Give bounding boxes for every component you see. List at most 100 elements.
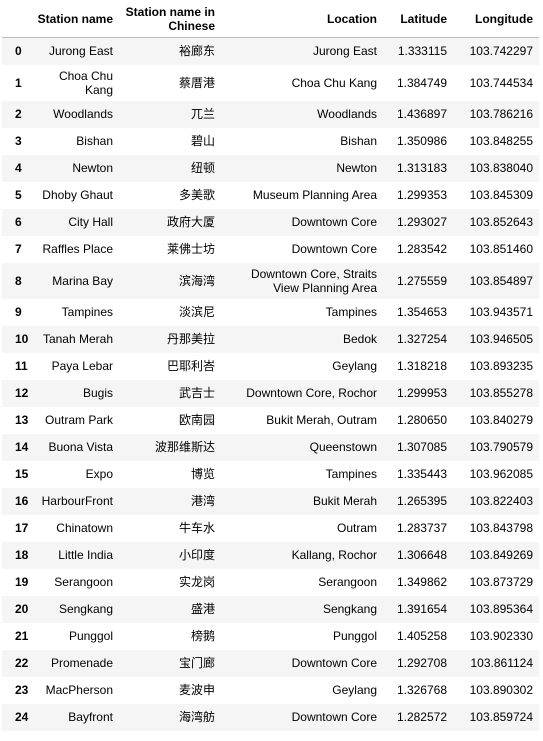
- cell-longitude: 103.849269: [469, 548, 533, 562]
- cell-station-name-chinese: 海湾舫: [178, 710, 215, 724]
- table-row: 20 Sengkang 盛港 Sengkang 1.391654 103.895364: [2, 595, 539, 623]
- cell-station-name-chinese: 实龙岗: [178, 575, 215, 589]
- table-row: 21 Punggol 榜鹅 Punggol 1.405258 103.902330: [2, 622, 539, 650]
- cell-location: Downtown Core, Rochor: [246, 386, 377, 400]
- cell-latitude: 1.354653: [396, 305, 447, 319]
- cell-longitude: 103.851460: [469, 242, 533, 256]
- cell-station-name: City Hall: [68, 215, 113, 229]
- cell-station-name-chinese: 欧南园: [178, 413, 215, 427]
- row-index: 0: [15, 44, 22, 59]
- cell-latitude: 1.292708: [396, 656, 447, 670]
- cell-station-name-chinese: 淡滨尼: [178, 305, 215, 319]
- cell-latitude: 1.333115: [397, 44, 447, 59]
- cell-latitude: 1.384749: [396, 75, 447, 90]
- cell-station-name-chinese: 波那维斯达: [154, 440, 215, 454]
- cell-longitude: 103.822403: [469, 494, 533, 508]
- row-index: 15: [15, 467, 29, 481]
- cell-location: Geylang: [332, 683, 377, 697]
- cell-station-name: Newton: [72, 161, 113, 175]
- header-station-name: Station name: [30, 0, 119, 38]
- cell-location: Tampines: [325, 467, 377, 481]
- cell-longitude: 103.943571: [469, 305, 533, 319]
- row-index: 19: [15, 575, 29, 589]
- cell-latitude: 1.313183: [396, 161, 447, 175]
- row-index: 4: [15, 161, 22, 175]
- cell-station-name: Serangoon: [54, 575, 113, 589]
- cell-location: Jurong East: [312, 44, 377, 59]
- header-row: Station name Station name in Chinese Loc…: [2, 0, 539, 38]
- table-row: 5 Dhoby Ghaut 多美歌 Museum Planning Area 1.299…: [2, 181, 539, 209]
- cell-longitude: 103.893235: [469, 359, 533, 373]
- cell-station-name: Punggol: [68, 629, 113, 643]
- cell-location: Geylang: [332, 359, 377, 373]
- cell-station-name: Buona Vista: [48, 440, 114, 454]
- cell-station-name-chinese: 兀兰: [190, 107, 215, 121]
- cell-latitude: 1.280650: [396, 413, 447, 427]
- cell-longitude: 103.840279: [469, 413, 533, 427]
- cell-station-name-chinese: 盛港: [190, 602, 215, 616]
- table-row: 9 Tampines 淡滨尼 Tampines 1.354653 103.943571: [2, 298, 539, 326]
- cell-latitude: 1.335443: [396, 467, 447, 481]
- cell-longitude: 103.744534: [469, 75, 533, 90]
- cell-station-name-chinese: 牛车水: [178, 521, 215, 535]
- cell-location: Museum Planning Area: [252, 188, 377, 202]
- table-row: 3 Bishan 碧山 Bishan 1.350986 103.848255: [2, 127, 539, 155]
- cell-station-name: MacPherson: [45, 683, 113, 697]
- cell-location: Bishan: [340, 134, 377, 148]
- cell-station-name-chinese: 丹那美拉: [166, 332, 215, 346]
- cell-location: Choa Chu Kang: [291, 75, 377, 90]
- table-row: 23 MacPherson 麦波申 Geylang 1.326768 103.890302: [2, 676, 539, 704]
- table-row: 24 Bayfront 海湾舫 Downtown Core 1.282572 103.85…: [2, 703, 539, 731]
- header-station-name-chinese: Station name in Chinese: [119, 0, 221, 38]
- cell-station-name: Expo: [85, 467, 113, 481]
- cell-station-name-chinese: 裕廊东: [178, 44, 215, 59]
- table-row: 0 Jurong East 裕廊东 Jurong East 1.333115 103.74…: [2, 37, 539, 65]
- cell-location: Downtown Core: [291, 215, 377, 229]
- cell-station-name-chinese: 多美歌: [178, 188, 215, 202]
- cell-latitude: 1.349862: [396, 575, 447, 589]
- cell-location: Outram: [336, 521, 377, 535]
- cell-station-name: Tanah Merah: [42, 332, 113, 346]
- cell-latitude: 1.405258: [396, 629, 447, 643]
- cell-longitude: 103.845309: [469, 188, 533, 202]
- row-index: 18: [15, 548, 29, 562]
- cell-longitude: 103.854897: [469, 273, 533, 288]
- row-index: 24: [15, 710, 29, 724]
- row-index: 22: [15, 656, 29, 670]
- table-row: 10 Tanah Merah 丹那美拉 Bedok 1.327254 103.946505: [2, 325, 539, 353]
- cell-station-name-chinese: 莱佛士坊: [166, 242, 215, 256]
- table-row: 19 Serangoon 实龙岗 Serangoon 1.349862 103.87372…: [2, 568, 539, 596]
- cell-longitude: 103.902330: [469, 629, 533, 643]
- row-index: 6: [15, 215, 22, 229]
- cell-location: Newton: [336, 161, 377, 175]
- cell-latitude: 1.299353: [396, 188, 447, 202]
- cell-station-name-chinese: 蔡厝港: [178, 75, 215, 90]
- cell-longitude: 103.861124: [470, 656, 533, 670]
- cell-longitude: 103.843798: [469, 521, 533, 535]
- cell-longitude: 103.838040: [469, 161, 533, 175]
- table-row: 18 Little India 小印度 Kallang, Rochor 1.306648…: [2, 541, 539, 569]
- cell-station-name-chinese: 武吉士: [178, 386, 215, 400]
- cell-location: Serangoon: [318, 575, 377, 589]
- cell-location: Bedok: [342, 332, 377, 346]
- cell-station-name: Paya Lebar: [51, 359, 113, 373]
- table-row: 14 Buona Vista 波那维斯达 Queenstown 1.307085 103.…: [2, 433, 539, 461]
- cell-latitude: 1.436897: [396, 107, 447, 121]
- cell-longitude: 103.848255: [469, 134, 533, 148]
- cell-location: Downtown Core: [291, 710, 377, 724]
- cell-station-name: Choa Chu Kang: [58, 68, 113, 97]
- cell-longitude: 103.786216: [469, 107, 533, 121]
- cell-longitude: 103.742297: [469, 44, 533, 59]
- cell-station-name: Dhoby Ghaut: [42, 188, 113, 202]
- cell-station-name: Sengkang: [58, 602, 113, 616]
- row-index: 21: [15, 629, 29, 643]
- cell-latitude: 1.350986: [396, 134, 447, 148]
- row-index: 17: [15, 521, 29, 535]
- row-index: 20: [15, 602, 29, 616]
- cell-station-name: Outram Park: [44, 413, 113, 427]
- table-row: 1 Choa Chu Kang 蔡厝港 Choa Chu Kang 1.384749 10…: [2, 64, 539, 101]
- cell-longitude: 103.855278: [469, 386, 533, 400]
- cell-longitude: 103.790579: [469, 440, 533, 454]
- cell-latitude: 1.306648: [396, 548, 447, 562]
- cell-latitude: 1.282572: [396, 710, 447, 724]
